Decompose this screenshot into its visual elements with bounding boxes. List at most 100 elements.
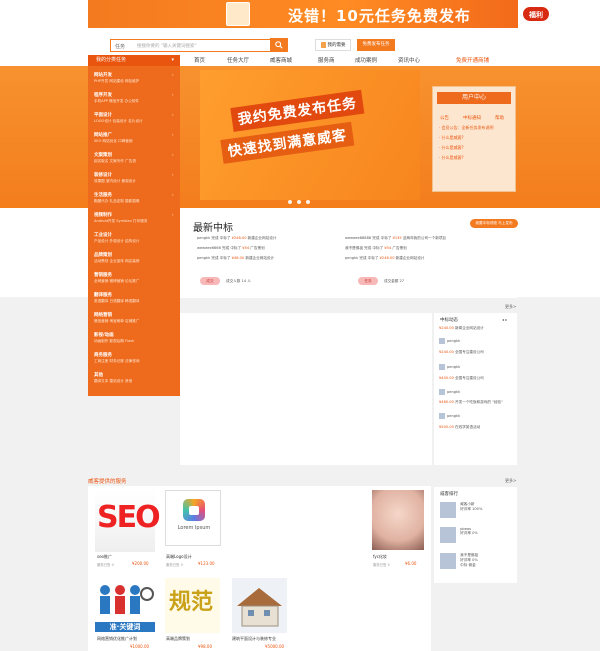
sidebar-group-items[interactable]: 跑腿代办 礼品定制 摄影摄像 [94,199,139,204]
sidebar-group-title[interactable]: 网络营销 [94,312,112,318]
carousel-dot[interactable] [306,200,310,204]
sidebar-group-items[interactable]: 微信营销 淘宝刷单 店铺推广 [94,319,139,324]
activity-row[interactable]: ¥240.00 新闻企业网站设计 [439,326,484,331]
sidebar-group-title[interactable]: 程序开发 [94,92,112,98]
ranking-row[interactable]: pbeas 好评率 0% [440,527,478,543]
carousel-dots[interactable] [288,200,310,204]
sidebar-group-items[interactable]: 动画制作 影视后期 Flash [94,339,134,344]
sidebar-group-title[interactable]: 文案策划 [94,152,112,158]
notice-item[interactable]: · 会员公告：全新任务发布说明 [439,125,494,131]
my-needs-button[interactable]: 我的需要 [315,39,351,51]
activity-row[interactable]: ¥480.00 开发一个吃饭和游戏的 "经验" [439,400,503,405]
activity-row[interactable]: pengkk [439,338,460,344]
sidebar-group-items[interactable]: 工商注册 财务记账 法律咨询 [94,359,139,364]
sidebar-group-title[interactable]: 生活服务 [94,192,112,198]
activity-row[interactable]: ¥240.00 全国专注建设公司 [439,350,484,355]
win-row[interactable]: weweee6666 完成 中标了 ¥54 广告策划 [197,246,265,251]
sidebar-group-items[interactable]: Android开发 Symbian 打印服务 [94,219,147,224]
avatar [440,502,456,518]
sidebar-group-items[interactable]: 手机APP 微信开发 办公软件 [94,99,139,104]
sidebar-group-title[interactable]: 品牌策划 [94,252,112,258]
sidebar-group-title[interactable]: 商务服务 [94,352,112,358]
activity-row[interactable]: pengkk [439,364,460,370]
win-row[interactable]: pengkk 完成 中标了 ¥248.00 新建企业网站设计 [345,256,424,261]
sidebar-group-items[interactable]: 起名取名 文案写作 广告语 [94,159,136,164]
product-image-house[interactable] [232,578,287,633]
product-title[interactable]: 建筑平面设计与装修专业 [232,636,276,642]
activity-row[interactable]: pengkk [439,389,460,395]
product-title[interactable]: 高端品牌策划 [166,636,190,642]
tab-win-notice[interactable]: 中标通知 [463,115,481,121]
sidebar-group-items[interactable]: LOGO设计 包装设计 名片设计 [94,119,143,124]
sidebar-group-title[interactable]: 视频制作 [94,212,112,218]
tab-notice[interactable]: 公告 [440,115,449,121]
win-row[interactable]: pengkk 完成 中标了 ¥248.00 新建企业网站设计 [197,236,276,241]
activity-row[interactable]: ¥500.00 在线学英语活动 [439,425,480,430]
notice-item[interactable]: · 什么是威客? [439,135,464,141]
sidebar-group-title[interactable]: 影视/动画 [94,332,114,338]
notice-item[interactable]: · 什么是威客? [439,145,464,151]
activity-title: 中标动态 [440,318,458,323]
search-type-select[interactable]: 任务 [115,43,125,50]
user-center-button[interactable]: 用户中心 [437,92,511,104]
nav-item-open-shop[interactable]: 免费开通商铺 [456,56,489,64]
ranking-row[interactable]: 我不是佛祖 好评率 0% 中标 佣金 [440,553,478,569]
chevron-right-icon: › [172,192,174,197]
product-image-marketing[interactable] [95,580,155,620]
sidebar-group-title[interactable]: 网站推广 [94,132,112,138]
category-menu-header[interactable]: 我的分类任务 ▾ [88,55,180,66]
search-input[interactable]: 搜搜你要的 "输入关键词搜索" [137,43,197,49]
product-title[interactable]: seo推广 [97,554,112,560]
sidebar-group-title[interactable]: 其他 [94,372,103,378]
more-link[interactable]: 更多> [505,304,516,310]
sidebar-group-title[interactable]: 装修设计 [94,172,112,178]
nav-item-mall[interactable]: 威客商城 [270,56,292,64]
ranking-row[interactable]: 威客小新 好评率 100% [440,502,482,518]
product-title[interactable]: 高端Logo设计 [166,554,192,560]
sidebar-group-items[interactable]: 英语翻译 日语翻译 韩语翻译 [94,299,139,304]
product-title[interactable]: fyc化妆 [373,554,387,560]
sidebar-group-items[interactable]: 全网营销 微博营销 论坛推广 [94,279,139,284]
house-icon [237,588,282,627]
nav-item-home[interactable]: 首页 [194,56,205,64]
win-row[interactable]: weweee88888 完成 中标了 ¥135 这两年我的公司一个新项目 [345,236,446,241]
product-image-calligraphy[interactable]: 规范 [165,578,220,633]
nav-item-task-hall[interactable]: 任务大厅 [227,56,249,64]
search-box[interactable]: 任务 搜搜你要的 "输入关键词搜索" [110,39,276,52]
sidebar-group-items[interactable]: SEO 网站优化 口碑营销 [94,139,132,144]
sidebar-group-items[interactable]: 产品设计 外观设计 结构设计 [94,239,139,244]
top-ad-banner[interactable]: 没错！10元任务免费发布 福利 [88,0,550,28]
sidebar-group-items[interactable]: PHP开发 网站建设 网站维护 [94,79,139,84]
win-row[interactable]: 我不是佛祖 完成 中标了 ¥54 广告策划 [345,246,407,251]
activity-row[interactable]: ¥400.00 全国专注建设公司 [439,376,484,381]
sidebar-group-title[interactable]: 工业设计 [94,232,112,238]
more-link[interactable]: 更多> [505,478,516,484]
product-image-makeup[interactable] [372,490,424,550]
nav-item-news[interactable]: 资讯中心 [398,56,420,64]
product-image-logo[interactable]: Lorem Ipsum [165,490,221,546]
activity-row[interactable]: pengkk [439,413,460,419]
carousel-dot[interactable] [288,200,292,204]
avatar [439,338,445,344]
search-button[interactable] [270,38,288,52]
carousel-dot[interactable] [297,200,301,204]
sidebar-group-items[interactable]: 翻译文本 整站设计 其他 [94,379,132,384]
notice-item[interactable]: · 什么是威客? [439,155,464,161]
sidebar-group-title[interactable]: 营销服务 [94,272,112,278]
product-image-seo[interactable]: SEO [95,490,161,552]
bid-now-button[interactable]: 我要中标领钱 马上发布 [470,219,518,228]
publish-task-button[interactable]: 免费发布任务 [357,39,395,51]
sidebar-group-title[interactable]: 网站开发 [94,72,112,78]
product-price: ¥200.00 [132,561,149,566]
sidebar-group-items[interactable]: 效果图 室内设计 景观设计 [94,179,136,184]
win-row[interactable]: pengkk 完成 中标了 ¥48.00 新建企业网站设计 [197,256,274,261]
sidebar-group-title[interactable]: 平面设计 [94,112,112,118]
nav-item-providers[interactable]: 服务商 [318,56,335,64]
sidebar-group-title[interactable]: 翻译服务 [94,292,112,298]
tab-help[interactable]: 帮助 [495,115,504,121]
product-title[interactable]: 网络营销优化推广计划 [97,636,137,642]
pager-arrows[interactable]: ◂ ▸ [502,317,507,322]
chevron-right-icon: › [172,172,174,177]
sidebar-group-items[interactable]: 活动策划 企业宣传 网店装修 [94,259,139,264]
nav-item-cases[interactable]: 成功案例 [355,56,377,64]
